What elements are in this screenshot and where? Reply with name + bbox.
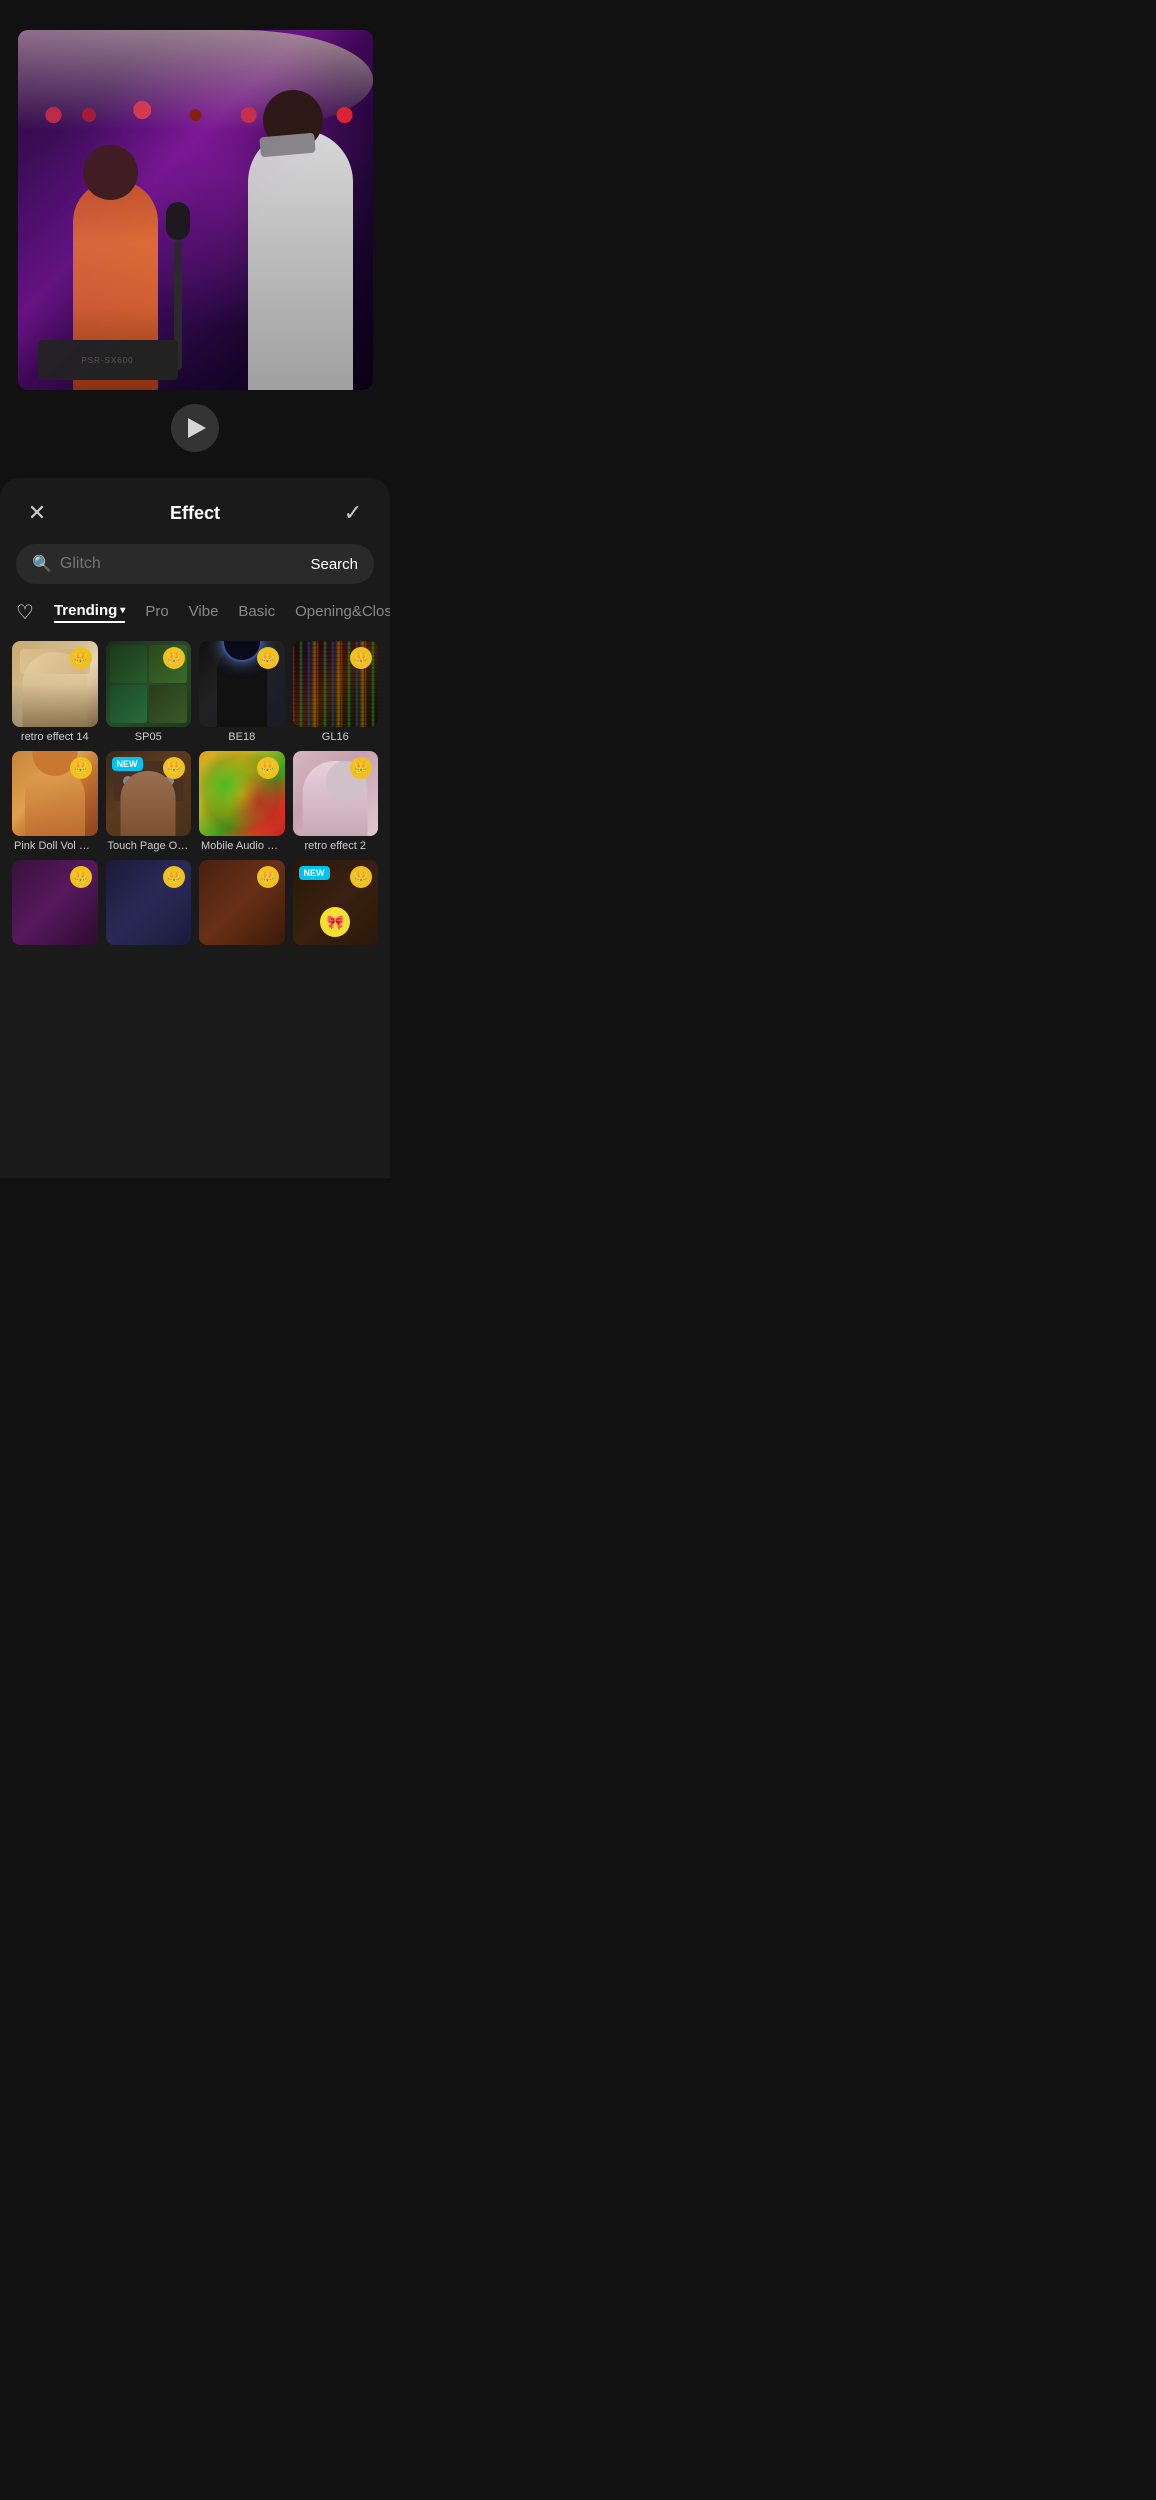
effect-card-sp05[interactable]: 👑 SP05 — [106, 641, 192, 743]
effect-card-mobile[interactable]: 👑 Mobile Audio Vi... — [199, 751, 285, 853]
effect-label-touchpage: Touch Page Ov... — [106, 840, 192, 852]
crown-badge-pinkdoll: 👑 — [70, 757, 92, 779]
tab-basic[interactable]: Basic — [238, 603, 275, 622]
search-input[interactable] — [60, 555, 303, 573]
effect-panel: ✕ Effect ✓ 🔍 Search ♡ Trending ▾ Pro Vib… — [0, 478, 390, 1178]
tab-vibe[interactable]: Vibe — [189, 603, 219, 622]
new-badge-bottom4: NEW — [299, 866, 330, 880]
video-preview: PSR-SX600 — [0, 0, 390, 478]
search-bar: 🔍 Search — [16, 544, 374, 584]
glasses — [259, 133, 316, 158]
tab-opening[interactable]: Opening&Closing — [295, 603, 390, 622]
effect-card-bottom3[interactable]: 👑 — [199, 860, 285, 945]
keyboard: PSR-SX600 — [38, 340, 178, 380]
effect-card-gl16[interactable]: 👑 GL16 — [293, 641, 379, 743]
crown-badge-mobile: 👑 — [257, 757, 279, 779]
new-badge-touchpage: NEW — [112, 757, 143, 771]
crown-badge-retro2: 👑 — [350, 757, 372, 779]
crown-badge-sp05: 👑 — [163, 647, 185, 669]
effect-thumb-bottom2: 👑 — [106, 860, 192, 945]
crown-badge-bottom1: 👑 — [70, 866, 92, 888]
crown-badge-be18: 👑 — [257, 647, 279, 669]
crown-badge-touchpage: 👑 — [163, 757, 185, 779]
tabs-row: ♡ Trending ▾ Pro Vibe Basic Opening&Clos… — [0, 600, 390, 641]
search-button[interactable]: Search — [310, 556, 358, 573]
close-button[interactable]: ✕ — [22, 498, 52, 528]
tab-trending[interactable]: Trending ▾ — [54, 602, 125, 623]
mic-head — [166, 202, 190, 240]
effect-header: ✕ Effect ✓ — [0, 478, 390, 544]
crown-badge-bottom2: 👑 — [163, 866, 185, 888]
effect-label-pinkdoll: Pink Doll Vol 02... — [12, 840, 98, 852]
play-icon — [188, 418, 206, 438]
crown-badge-bottom3: 👑 — [257, 866, 279, 888]
effect-card-touchpage[interactable]: NEW 👑 Touch Page Ov... — [106, 751, 192, 853]
video-placeholder: PSR-SX600 — [18, 30, 373, 390]
play-button[interactable] — [171, 404, 219, 452]
confirm-button[interactable]: ✓ — [338, 498, 368, 528]
effect-card-bottom1[interactable]: 👑 — [12, 860, 98, 945]
effect-label-retro2: retro effect 2 — [293, 840, 379, 852]
crown-badge-bottom4: 👑 — [350, 866, 372, 888]
effect-card-retro14[interactable]: 👑 retro effect 14 — [12, 641, 98, 743]
effect-thumb-bottom4: 🎀 NEW 👑 — [293, 860, 379, 945]
effect-card-bottom2[interactable]: 👑 — [106, 860, 192, 945]
effect-card-pinkdoll[interactable]: 👑 Pink Doll Vol 02... — [12, 751, 98, 853]
effect-label-gl16: GL16 — [293, 731, 379, 743]
gift-bow: 🎀 — [320, 907, 350, 937]
tab-pro[interactable]: Pro — [145, 603, 168, 622]
effect-label-be18: BE18 — [199, 731, 285, 743]
effect-thumb-sp05: 👑 — [106, 641, 192, 727]
favorites-icon[interactable]: ♡ — [16, 600, 34, 625]
effect-thumb-retro14: 👑 — [12, 641, 98, 727]
effect-card-retro2[interactable]: 👑 retro effect 2 — [293, 751, 379, 853]
effect-thumb-bottom3: 👑 — [199, 860, 285, 945]
chevron-down-icon: ▾ — [120, 605, 125, 616]
effect-card-be18[interactable]: 👑 BE18 — [199, 641, 285, 743]
effect-label-sp05: SP05 — [106, 731, 192, 743]
effect-card-bottom4[interactable]: 🎀 NEW 👑 — [293, 860, 379, 945]
effect-label-retro14: retro effect 14 — [12, 731, 98, 743]
search-icon: 🔍 — [32, 554, 52, 574]
effect-thumb-pinkdoll: 👑 — [12, 751, 98, 837]
effect-thumb-retro2: 👑 — [293, 751, 379, 837]
figure-right — [248, 130, 353, 390]
effect-thumb-mobile: 👑 — [199, 751, 285, 837]
head-left — [83, 145, 138, 200]
effect-thumb-be18: 👑 — [199, 641, 285, 727]
effect-title: Effect — [170, 503, 220, 524]
crown-badge-gl16: 👑 — [350, 647, 372, 669]
video-frame: PSR-SX600 — [18, 30, 373, 390]
effect-thumb-bottom1: 👑 — [12, 860, 98, 945]
crown-badge-retro14: 👑 — [70, 647, 92, 669]
effect-thumb-touchpage: NEW 👑 — [106, 751, 192, 837]
effects-grid: 👑 retro effect 14 👑 SP05 — [0, 641, 390, 957]
effect-thumb-gl16: 👑 — [293, 641, 379, 727]
effect-label-mobile: Mobile Audio Vi... — [199, 840, 285, 852]
